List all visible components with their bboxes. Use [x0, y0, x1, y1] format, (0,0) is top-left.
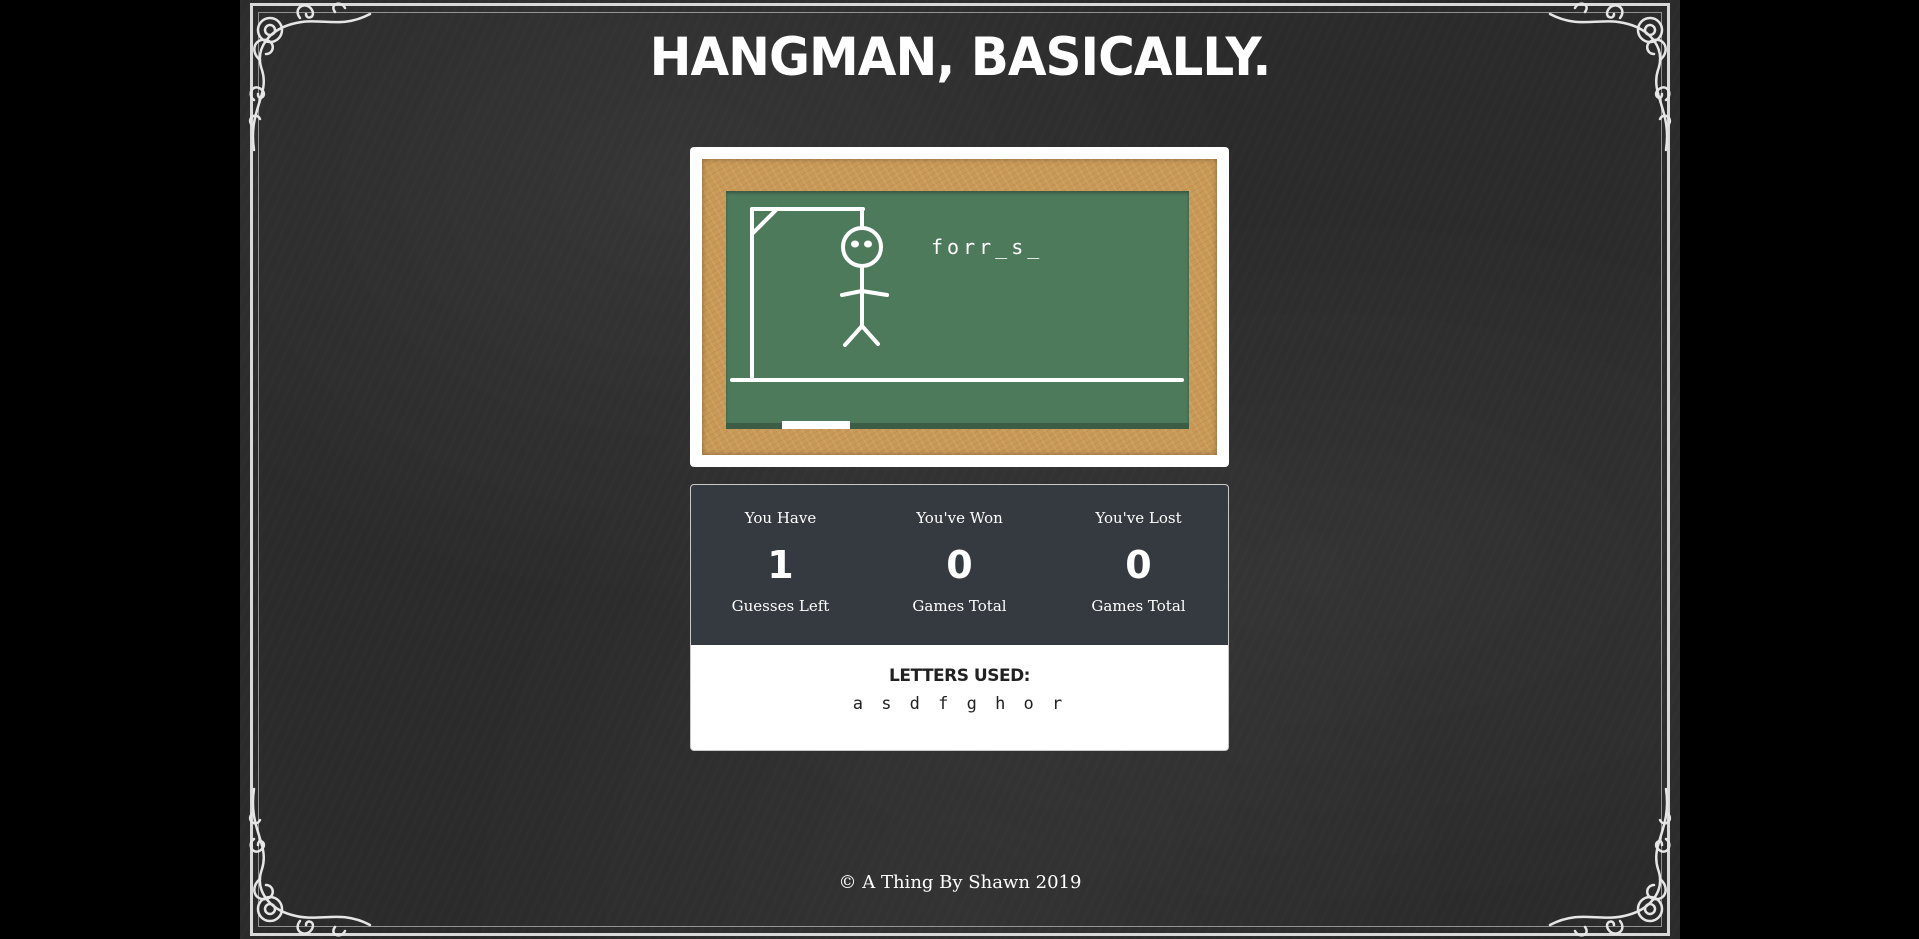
page-title: Hangman, Basically. [649, 26, 1272, 88]
flourish-corner-bottom-left [248, 787, 372, 937]
chalkboard-background: Hangman, Basically. [240, 0, 1680, 939]
word-display: forr_s_ [931, 235, 1044, 259]
flourish-corner-bottom-right [1548, 787, 1672, 937]
stat-label-top: You Have [744, 509, 817, 527]
stat-value: 0 [1125, 543, 1152, 587]
stat-label-bottom: Games Total [912, 597, 1007, 615]
hangman-board-card: forr_s_ [690, 147, 1229, 467]
board-wood-frame: forr_s_ [702, 159, 1217, 455]
stat-value: 1 [767, 543, 794, 587]
letters-used-list: a s d f g h o r [852, 694, 1067, 714]
stat-label-bottom: Guesses Left [731, 597, 830, 615]
stat-label-top: You've Won [916, 509, 1003, 527]
hangman-right-arm [860, 289, 889, 297]
stat-games-won: You've Won 0 Games Total [870, 485, 1049, 645]
stats-panel: You Have 1 Guesses Left You've Won 0 Gam… [690, 484, 1229, 645]
stat-label-bottom: Games Total [1091, 597, 1186, 615]
stat-label-top: You've Lost [1095, 509, 1182, 527]
hangman-left-arm [840, 289, 864, 297]
letters-used-label: Letters Used: [889, 666, 1030, 686]
stat-value: 0 [946, 543, 973, 587]
hangman-left-eye [851, 240, 859, 248]
hangman-right-leg [860, 324, 880, 346]
hangman-head [841, 226, 883, 268]
hangman-right-eye [864, 240, 872, 248]
stat-guesses-left: You Have 1 Guesses Left [691, 485, 870, 645]
footer-credit: © A Thing By Shawn 2019 [838, 872, 1082, 893]
gallows-brace [750, 207, 779, 236]
chalk-piece [782, 421, 850, 429]
hangman-left-leg [843, 324, 864, 347]
decorative-frame [250, 3, 1670, 936]
letters-used-panel: Letters Used: a s d f g h o r [690, 645, 1229, 751]
hangman-drawing [730, 207, 1184, 429]
stat-games-lost: You've Lost 0 Games Total [1049, 485, 1228, 645]
